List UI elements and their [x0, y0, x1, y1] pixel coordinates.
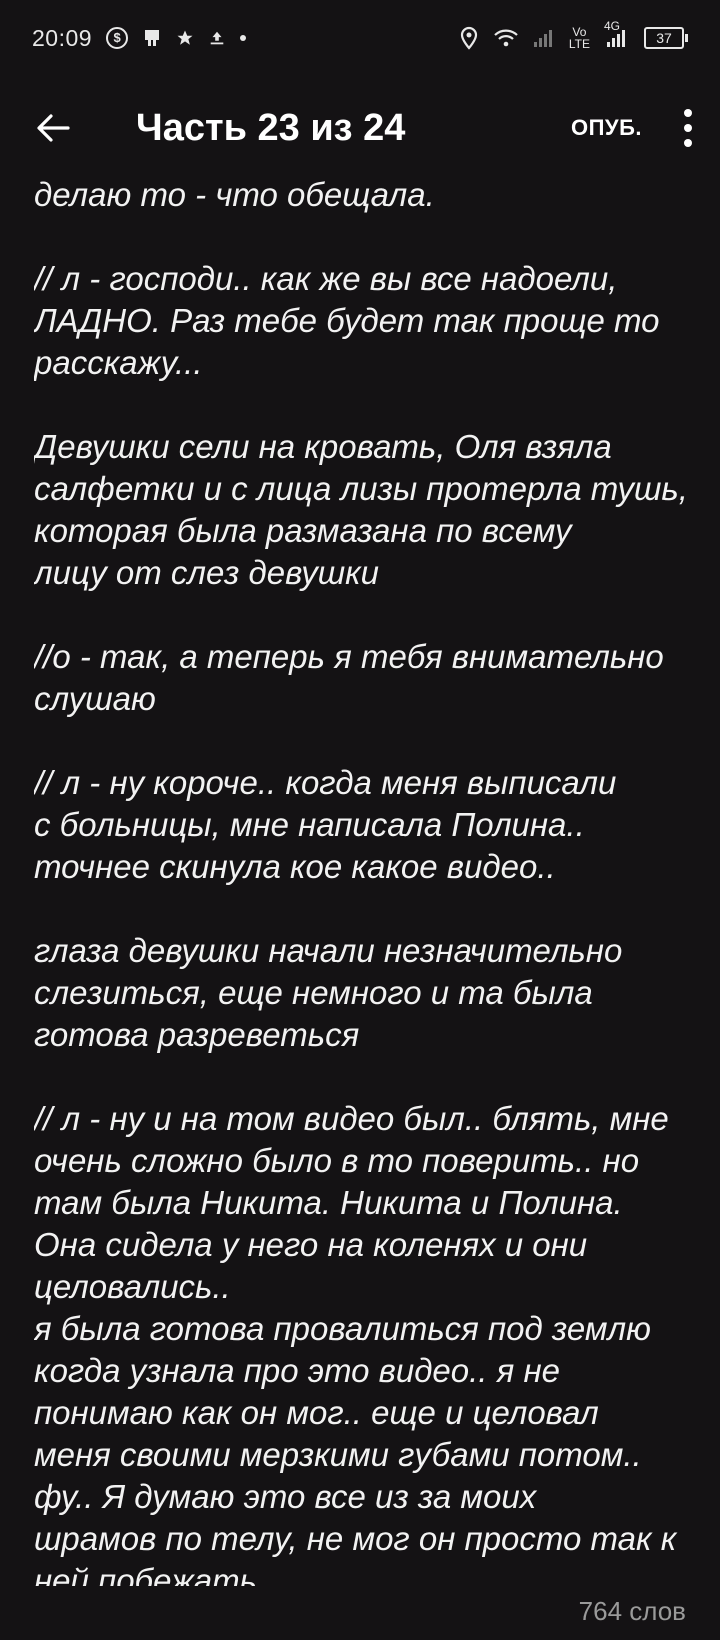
status-right: Vo LTE 4G 37 [459, 20, 688, 51]
battery-level: 37 [644, 27, 684, 49]
text-paragraph: // л - ну короче.. когда меня выписали с… [34, 764, 617, 885]
signal-sim2-icon: 4G [604, 20, 630, 48]
text-paragraph: глаза девушки начали незначительно слези… [34, 932, 623, 1053]
more-vert-icon [684, 109, 692, 117]
text-paragraph: // л - ну и на том видео был.. блять, мн… [34, 1100, 677, 1586]
back-button[interactable] [20, 92, 92, 164]
word-count: 764 слов [578, 1596, 686, 1626]
text-paragraph: Девушки сели на кровать, Оля взяла салфе… [34, 428, 688, 591]
location-icon [459, 26, 479, 50]
signal-sim1-icon [533, 28, 555, 48]
upload-notification-icon [208, 29, 226, 47]
page-title: Часть 23 из 24 [136, 106, 406, 149]
more-notifications-dot-icon [240, 35, 247, 41]
unpublish-button[interactable]: ОПУБ. [571, 115, 642, 141]
status-left: 20:09 $ [32, 24, 247, 52]
text-paragraph: // л - господи.. как же вы все надоели, … [34, 260, 660, 381]
app-bar: Часть 23 из 24 ОПУБ. [0, 88, 720, 168]
chapter-text[interactable]: делаю то - что обещала. // л - господи..… [34, 174, 694, 1586]
arrow-back-icon [37, 114, 70, 142]
wifi-icon [493, 27, 519, 49]
volte-icon: Vo LTE [568, 25, 590, 51]
star-notification-icon [176, 29, 194, 47]
text-paragraph: //о - так, а теперь я тебя внимательно с… [34, 638, 664, 717]
payment-notification-icon: $ [106, 27, 129, 49]
more-options-button[interactable] [676, 98, 700, 158]
status-time: 20:09 [32, 24, 93, 51]
status-bar: 20:09 $ Vo LTE 4G 37 [0, 0, 720, 76]
network-type-label: 4G [604, 19, 621, 33]
text-paragraph: делаю то - что обещала. [34, 176, 435, 213]
battery-icon: 37 [644, 27, 688, 49]
app-notification-icon [142, 28, 162, 48]
